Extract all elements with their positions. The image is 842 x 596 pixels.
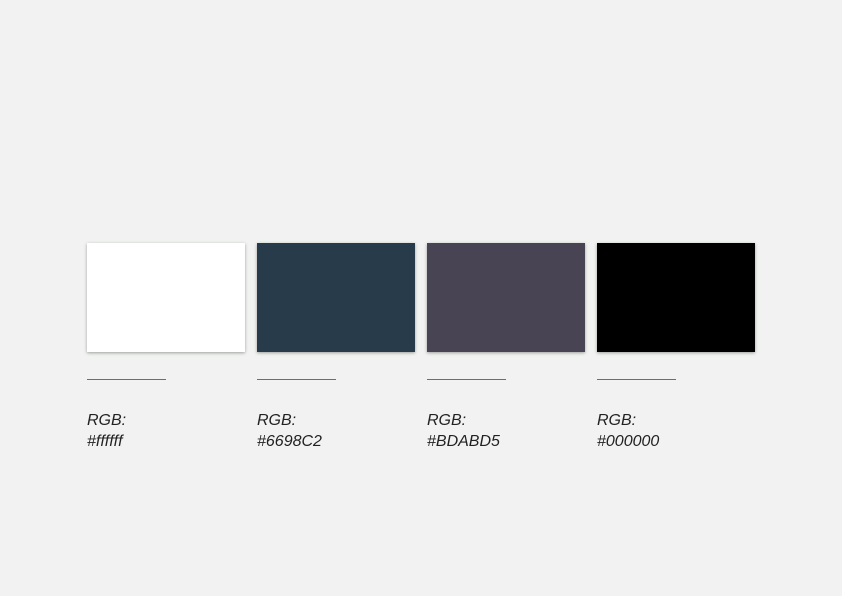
rgb-value: #000000 (597, 433, 660, 450)
swatch-card-white: RGB: #ffffff (87, 243, 245, 450)
rgb-caption: RGB: (87, 412, 127, 429)
swatch-card-purple-gray: RGB: #BDABD5 (427, 243, 585, 450)
color-swatch (257, 243, 415, 352)
divider-line (427, 379, 506, 380)
color-palette: RGB: #ffffff RGB: #6698C2 RGB: #BDABD5 R… (0, 0, 842, 596)
swatch-card-navy: RGB: #6698C2 (257, 243, 415, 450)
rgb-value: #6698C2 (257, 433, 322, 450)
rgb-caption: RGB: (427, 412, 467, 429)
swatch-label: RGB: #6698C2 (257, 410, 322, 452)
swatch-label: RGB: #000000 (597, 410, 659, 452)
swatch-label: RGB: #BDABD5 (427, 410, 500, 452)
divider-line (597, 379, 676, 380)
swatch-card-black: RGB: #000000 (597, 243, 755, 450)
color-swatch (87, 243, 245, 352)
divider-line (257, 379, 336, 380)
rgb-value: #BDABD5 (427, 433, 500, 450)
divider-line (87, 379, 166, 380)
rgb-value: #ffffff (87, 433, 123, 450)
color-swatch (597, 243, 755, 352)
swatch-label: RGB: #ffffff (87, 410, 126, 452)
rgb-caption: RGB: (597, 412, 637, 429)
color-swatch (427, 243, 585, 352)
rgb-caption: RGB: (257, 412, 297, 429)
